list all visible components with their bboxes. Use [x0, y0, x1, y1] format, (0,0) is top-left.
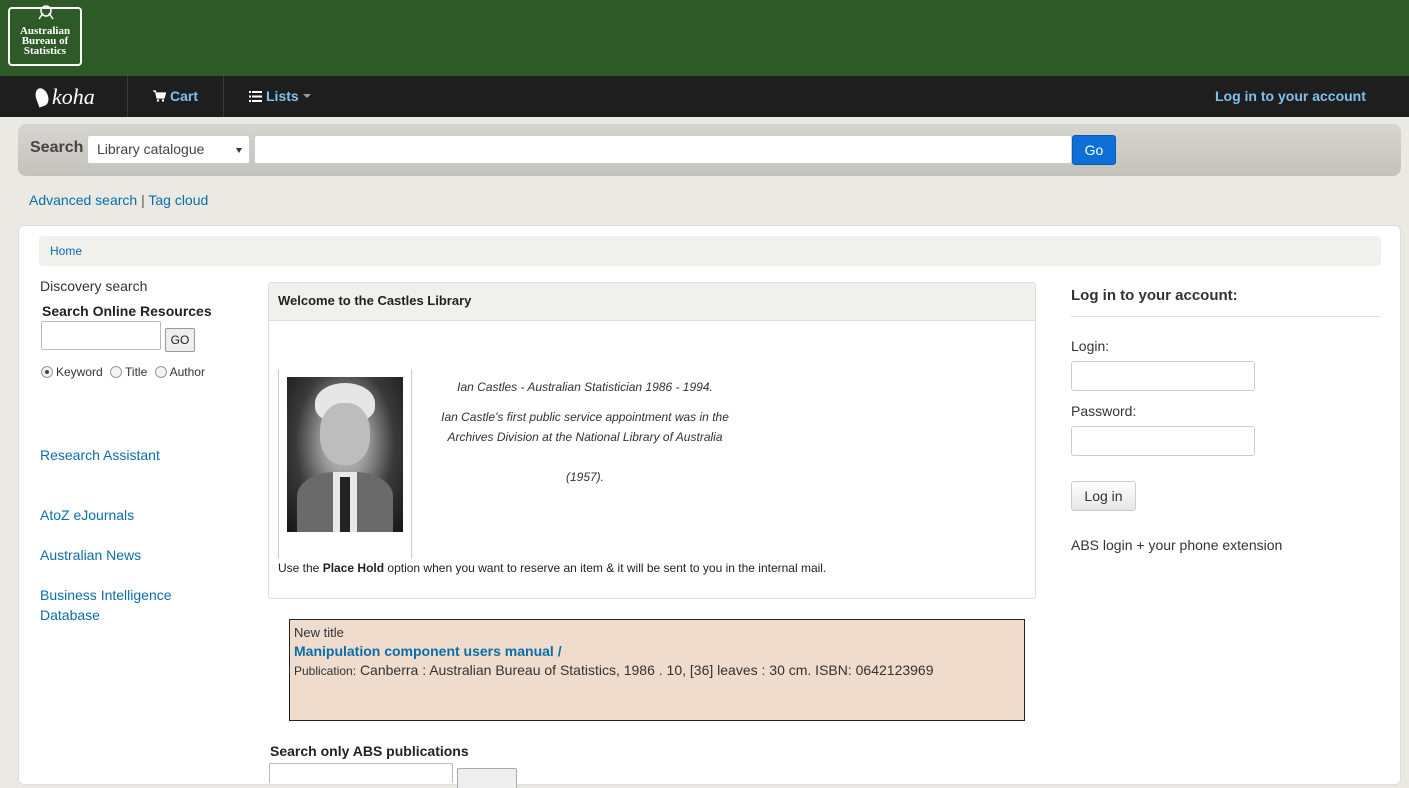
nav-separator [127, 76, 128, 117]
search-scope-select[interactable]: Library catalogue [87, 135, 250, 164]
business-intelligence-link[interactable]: Business Intelligence Database [40, 585, 190, 625]
australian-news-link[interactable]: Australian News [40, 545, 141, 565]
search-scope-value: Library catalogue [97, 141, 205, 157]
coat-of-arms-icon [38, 5, 54, 20]
hold-note-bold: Place Hold [322, 561, 385, 575]
abs-publications-input[interactable] [269, 763, 453, 783]
search-label: Search [30, 139, 84, 156]
advanced-search-link[interactable]: Advanced search [29, 192, 137, 208]
search-online-resources-title: Search Online Resources [42, 303, 212, 319]
koha-logo[interactable]: koha [33, 84, 95, 110]
search-type-radios: Keyword Title Author [41, 365, 205, 379]
top-navbar: koha Cart Lists Log in to your account [0, 76, 1409, 117]
atoz-ejournals-link[interactable]: AtoZ eJournals [40, 505, 134, 525]
search-sublinks: Advanced search | Tag cloud [29, 192, 208, 208]
new-title-publication: Publication: Canberra : Australian Burea… [294, 662, 1020, 678]
online-resources-input[interactable] [41, 321, 161, 350]
nav-separator [223, 76, 224, 117]
cart-label: Cart [170, 88, 199, 104]
welcome-heading: Welcome to the Castles Library [269, 283, 1035, 321]
login-divider [1071, 316, 1381, 317]
ian-castles-photo [287, 377, 403, 532]
breadcrumb: Home [39, 236, 1381, 266]
new-title-box: New title Manipulation component users m… [289, 619, 1025, 721]
radio-keyword[interactable] [41, 366, 53, 378]
koha-drop-icon [33, 86, 51, 108]
breadcrumb-home[interactable]: Home [50, 244, 82, 258]
photo-caption-title: Ian Castles - Australian Statistician 19… [457, 380, 713, 394]
left-sidebar: Discovery search Search Online Resources… [40, 278, 260, 623]
place-hold-note: Use the Place Hold option when you want … [278, 561, 826, 575]
abs-logo[interactable]: Australian Bureau of Statistics [8, 5, 82, 66]
abs-publications-search-button[interactable] [457, 768, 517, 788]
link-separator: | [141, 192, 145, 208]
photo-frame [278, 369, 412, 559]
password-field-label: Password: [1071, 403, 1137, 419]
radio-title-label: Title [125, 365, 148, 379]
login-panel-title: Log in to your account: [1071, 287, 1238, 304]
hold-note-pre: Use the [278, 561, 320, 575]
publication-label: Publication: [294, 664, 357, 678]
main-content: Home Discovery search Search Online Reso… [18, 225, 1401, 788]
radio-keyword-label: Keyword [56, 365, 103, 379]
radio-author-label: Author [169, 365, 205, 379]
login-field[interactable] [1071, 361, 1255, 391]
search-go-button[interactable]: Go [1072, 135, 1116, 165]
photo-caption-year: (1957). [565, 470, 605, 484]
hold-note-post: option when you want to reserve an item … [387, 561, 827, 575]
login-link[interactable]: Log in to your account [1215, 76, 1366, 117]
new-title-label: New title [294, 625, 344, 640]
publication-text: Canberra : Australian Bureau of Statisti… [359, 662, 934, 678]
select-caret-icon [236, 148, 242, 153]
search-input[interactable] [254, 135, 1072, 164]
discovery-search-title: Discovery search [40, 278, 148, 294]
cart-button[interactable]: Cart [153, 76, 198, 117]
list-icon [249, 91, 262, 102]
password-field[interactable] [1071, 426, 1255, 456]
radio-title[interactable] [110, 366, 123, 378]
online-resources-go-button[interactable]: GO [165, 328, 195, 352]
search-bar: Search Library catalogue Go [18, 124, 1401, 176]
logo-line-3: Statistics [23, 45, 67, 57]
tag-cloud-link[interactable]: Tag cloud [148, 192, 208, 208]
koha-brand-text: koha [52, 84, 95, 109]
abs-publications-title: Search only ABS publications [270, 743, 469, 759]
research-assistant-link[interactable]: Research Assistant [40, 445, 160, 465]
login-hint: ABS login + your phone extension [1071, 537, 1283, 553]
login-button[interactable]: Log in [1071, 481, 1136, 511]
new-title-link[interactable]: Manipulation component users manual / [294, 643, 1020, 659]
photo-caption-text: Ian Castle's first public service appoin… [441, 410, 729, 444]
site-banner: Australian Bureau of Statistics [0, 0, 1409, 76]
lists-label: Lists [266, 88, 299, 104]
radio-author[interactable] [154, 366, 167, 378]
lists-dropdown[interactable]: Lists [249, 76, 311, 117]
cart-icon [153, 90, 167, 102]
login-field-label: Login: [1071, 338, 1110, 354]
welcome-panel: Welcome to the Castles Library Ian Castl… [268, 282, 1036, 599]
caret-down-icon [302, 94, 311, 98]
